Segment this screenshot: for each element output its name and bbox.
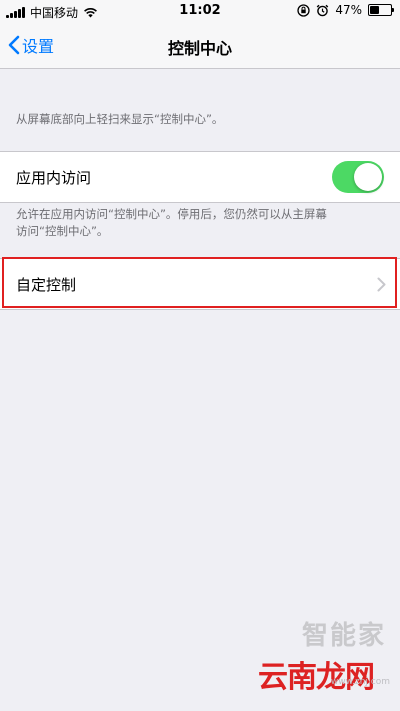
customize-controls-label: 自定控制 (16, 276, 77, 294)
status-right: 47% (297, 3, 394, 17)
status-bar: 中国移动 11:02 47% (0, 0, 400, 22)
toggle-knob (354, 163, 382, 191)
swipe-hint: 从屏幕底部向上轻扫来显示“控制中心”。 (16, 112, 224, 126)
orientation-lock-icon (297, 3, 310, 17)
battery-icon (368, 4, 394, 16)
access-hint: 允许在应用内访问“控制中心”。停用后，您仍然可以从主屏幕 访问“控制中心”。 (16, 206, 327, 240)
alarm-icon (317, 4, 329, 16)
access-within-apps-label: 应用内访问 (16, 169, 92, 187)
navigation-bar: 设置 控制中心 (0, 22, 400, 69)
chevron-right-icon (377, 277, 386, 292)
access-within-apps-row: 应用内访问 (0, 151, 400, 203)
battery-percent: 47% (335, 3, 362, 17)
access-within-apps-toggle[interactable] (332, 161, 384, 193)
watermark-main: 云南龙网 (258, 660, 375, 695)
battery-level (370, 6, 380, 14)
access-hint-line2: 访问“控制中心”。 (16, 224, 109, 238)
page-title: 控制中心 (167, 39, 232, 58)
access-hint-line1: 允许在应用内访问“控制中心”。停用后，您仍然可以从主屏幕 (16, 207, 327, 221)
watermark-top: 智能家 (301, 621, 386, 651)
customize-controls-row[interactable]: 自定控制 (0, 258, 400, 310)
watermark-small: www.znj.com (330, 677, 390, 687)
